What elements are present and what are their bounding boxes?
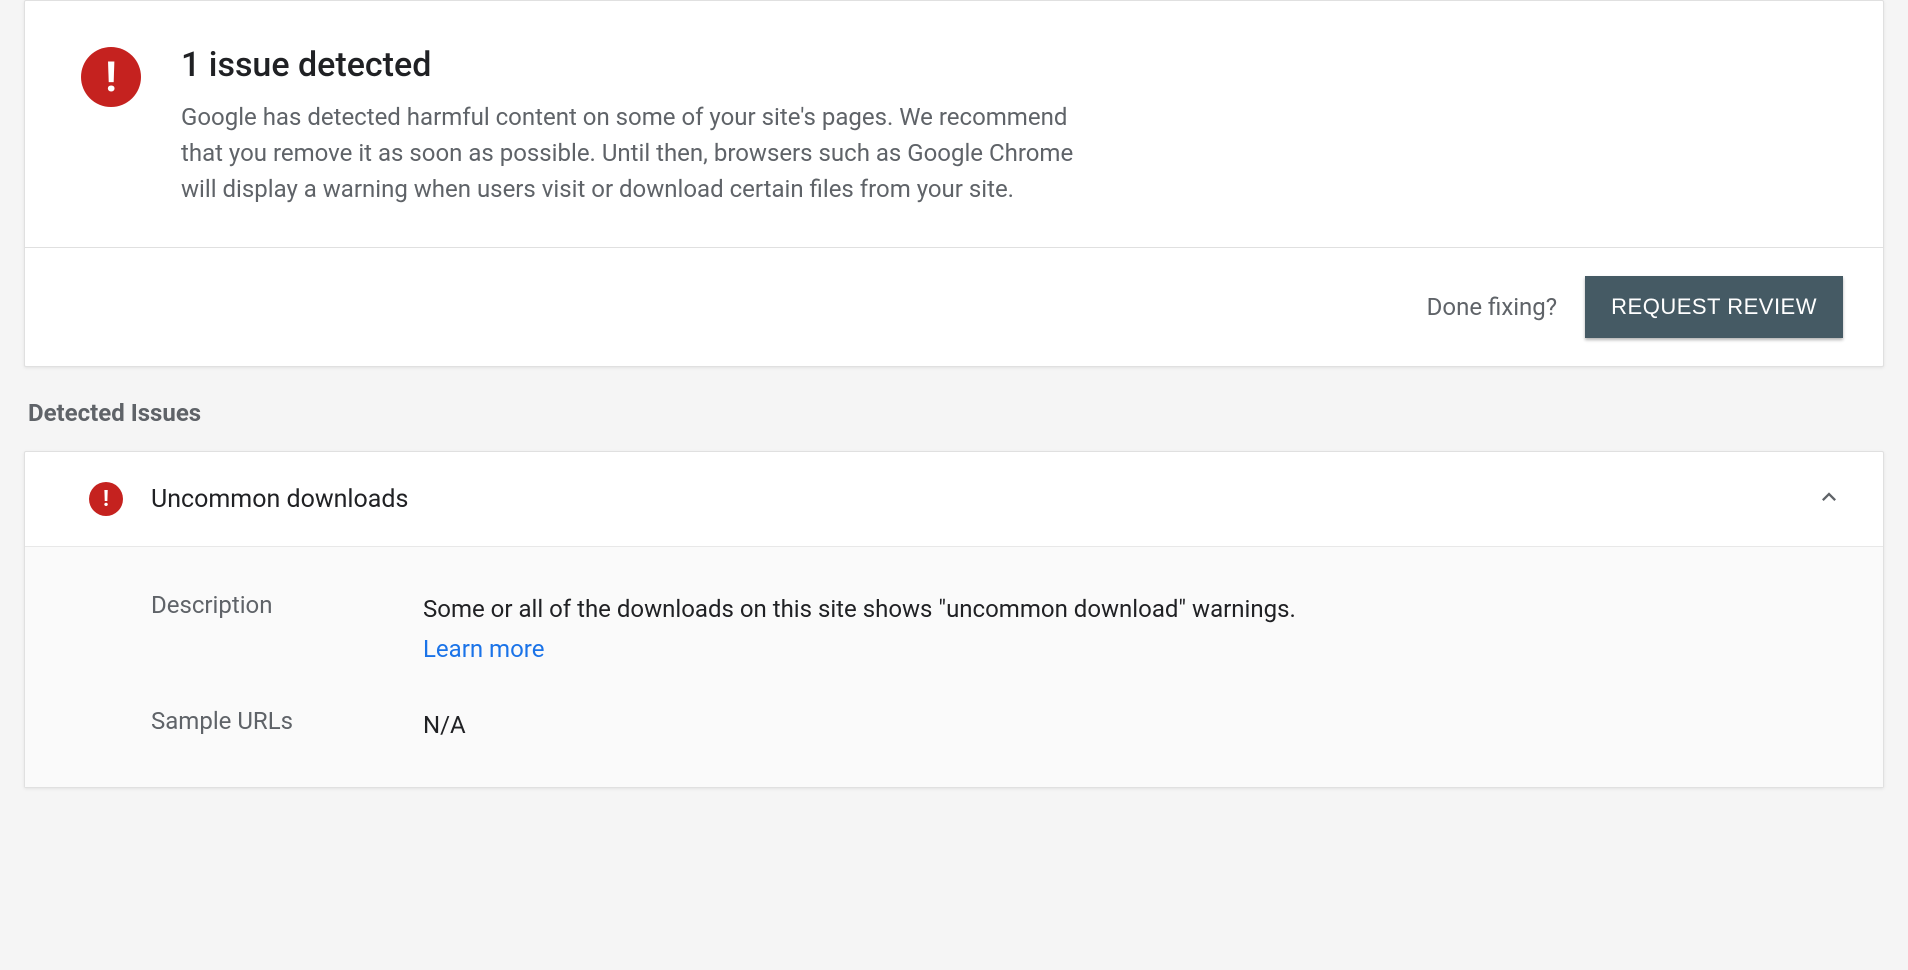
request-review-button[interactable]: REQUEST REVIEW [1585, 276, 1843, 338]
sample-urls-label: Sample URLs [151, 707, 423, 735]
alert-body: ! 1 issue detected Google has detected h… [25, 1, 1883, 247]
sample-urls-row: Sample URLs N/A [151, 707, 1843, 743]
error-icon: ! [81, 47, 141, 107]
detected-issues-heading: Detected Issues [24, 399, 1884, 427]
issue-expand-toggle[interactable]: ! Uncommon downloads [25, 452, 1883, 547]
done-fixing-label: Done fixing? [1427, 293, 1558, 321]
issue-details: Description Some or all of the downloads… [25, 547, 1883, 787]
issue-card: ! Uncommon downloads Description Some or… [24, 451, 1884, 788]
alert-description: Google has detected harmful content on s… [181, 99, 1081, 207]
issue-title: Uncommon downloads [151, 485, 1815, 514]
alert-title: 1 issue detected [181, 45, 1081, 85]
issue-alert-card: ! 1 issue detected Google has detected h… [24, 0, 1884, 367]
description-text: Some or all of the downloads on this sit… [423, 595, 1296, 623]
error-icon: ! [89, 482, 123, 516]
learn-more-link[interactable]: Learn more [423, 631, 1296, 667]
alert-footer: Done fixing? REQUEST REVIEW [25, 247, 1883, 366]
description-label: Description [151, 591, 423, 619]
description-value: Some or all of the downloads on this sit… [423, 591, 1296, 667]
chevron-up-icon [1815, 483, 1843, 516]
description-row: Description Some or all of the downloads… [151, 591, 1843, 667]
alert-text: 1 issue detected Google has detected har… [181, 45, 1081, 207]
sample-urls-value: N/A [423, 707, 466, 743]
